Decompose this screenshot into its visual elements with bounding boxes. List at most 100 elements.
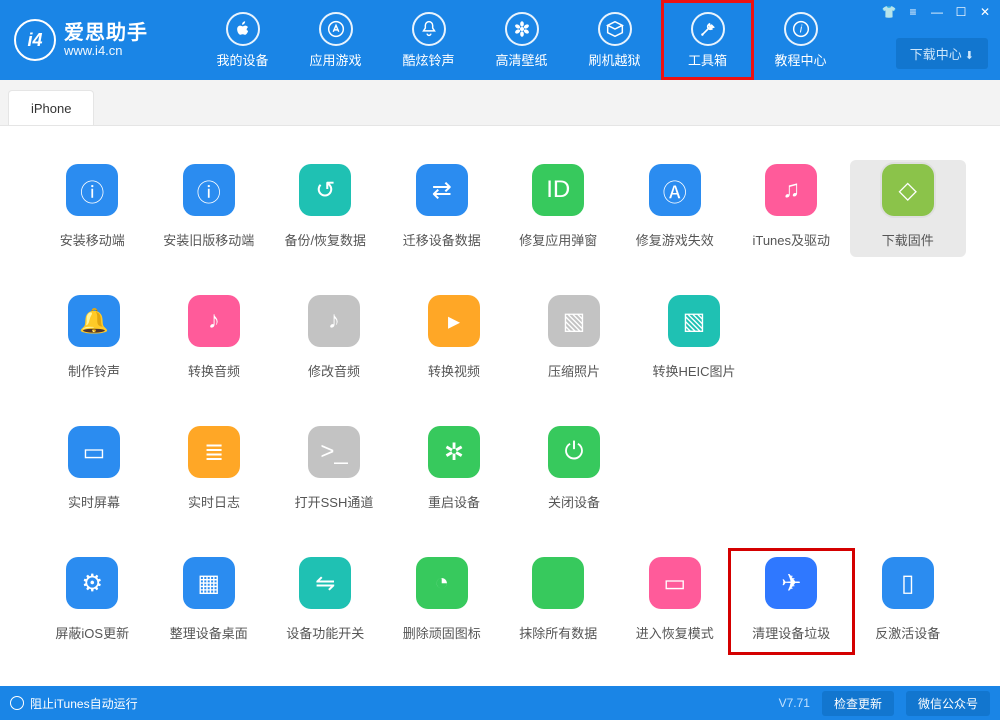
tool-icon: ✲	[428, 426, 480, 478]
tool-icon: ♪	[308, 295, 360, 347]
nav-flower[interactable]: 高清壁纸	[475, 0, 568, 80]
tool-icon: ⇄	[416, 164, 468, 216]
tool-label: 转换音频	[188, 361, 240, 380]
tool-icon: Ⓐ	[649, 164, 701, 216]
tool-2-0[interactable]: ▭ 实时屏幕	[34, 422, 154, 519]
tool-icon: ◇	[882, 164, 934, 216]
tool-1-5[interactable]: ▧转换HEIC图片	[634, 291, 754, 388]
tool-0-0[interactable]: ⓘ安装移动端	[34, 160, 151, 257]
tool-0-1[interactable]: ⓘ安装旧版移动端	[151, 160, 268, 257]
tool-icon: ▧	[668, 295, 720, 347]
nav-label: 教程中心	[774, 50, 826, 69]
tool-label: 关闭设备	[548, 492, 600, 511]
tool-label: 修改音频	[308, 361, 360, 380]
apple-icon	[226, 12, 260, 46]
tool-0-3[interactable]: ⇄迁移设备数据	[384, 160, 501, 257]
app-header: i4 爱思助手 www.i4.cn 我的设备 应用游戏 酷炫铃声 高清壁纸刷机越狱 工具…	[0, 0, 1000, 80]
tool-label: 重启设备	[428, 492, 480, 511]
download-center-button[interactable]: 下载中心	[896, 38, 988, 69]
tool-0-4[interactable]: ID 修复应用弹窗	[500, 160, 617, 257]
tool-1-1[interactable]: ♪ 转换音频	[154, 291, 274, 388]
tab-iphone[interactable]: iPhone	[8, 90, 94, 125]
tool-label: 安装旧版移动端	[163, 230, 254, 249]
top-nav: 我的设备 应用游戏 酷炫铃声 高清壁纸刷机越狱 工具箱 i教程中心	[196, 0, 847, 80]
check-update-button[interactable]: 检查更新	[822, 691, 894, 716]
tool-0-2[interactable]: ↺备份/恢复数据	[267, 160, 384, 257]
tool-3-1[interactable]: ▦整理设备桌面	[151, 553, 268, 650]
tool-2-4[interactable]: ⏻ 关闭设备	[514, 422, 634, 519]
tool-icon: ID	[532, 164, 584, 216]
brand-url: www.i4.cn	[64, 44, 148, 58]
tool-2-1[interactable]: ≣实时日志	[154, 422, 274, 519]
minimize-icon[interactable]: —	[928, 4, 946, 20]
maximize-icon[interactable]: ☐	[952, 4, 970, 20]
flower-icon	[505, 12, 539, 46]
status-ring-icon	[10, 696, 24, 710]
brand-text: 爱思助手 www.i4.cn	[64, 22, 148, 58]
tool-label: 制作铃声	[68, 361, 120, 380]
tool-icon: ▭	[649, 557, 701, 609]
close-icon[interactable]: ✕	[976, 4, 994, 20]
wechat-button[interactable]: 微信公众号	[906, 691, 990, 716]
app-logo: i4 爱思助手 www.i4.cn	[0, 19, 196, 61]
tool-icon: ◔	[416, 557, 468, 609]
window-controls: 👕 ≡ — ☐ ✕	[880, 4, 994, 20]
tool-3-5[interactable]: ▭ 进入恢复模式	[617, 553, 734, 650]
nav-label: 我的设备	[216, 50, 268, 69]
tool-3-6[interactable]: ✈清理设备垃圾	[733, 553, 850, 650]
nav-box[interactable]: 刷机越狱	[568, 0, 661, 80]
tool-icon: 🔔	[68, 295, 120, 347]
tool-3-2[interactable]: ⇋设备功能开关	[267, 553, 384, 650]
tool-label: iTunes及驱动	[752, 230, 830, 249]
version-label: V7.71	[779, 696, 810, 710]
tool-3-3[interactable]: ◔删除顽固图标	[384, 553, 501, 650]
tool-label: 进入恢复模式	[636, 623, 714, 642]
tool-label: 备份/恢复数据	[284, 230, 366, 249]
nav-label: 酷炫铃声	[402, 50, 454, 69]
tool-icon: ▭	[68, 426, 120, 478]
tool-label: 实时屏幕	[68, 492, 120, 511]
tool-3-4[interactable]: 抹除所有数据	[500, 553, 617, 650]
nav-apple[interactable]: 我的设备	[196, 0, 289, 80]
tool-grid: ⓘ安装移动端ⓘ安装旧版移动端↺备份/恢复数据⇄迁移设备数据 ID 修复应用弹窗 Ⓐ修复…	[0, 126, 1000, 686]
menu-icon[interactable]: ≡	[904, 4, 922, 20]
nav-tools[interactable]: 工具箱	[661, 0, 754, 80]
nav-info[interactable]: i教程中心	[754, 0, 847, 80]
nav-appstore[interactable]: 应用游戏	[289, 0, 382, 80]
appstore-icon	[319, 12, 353, 46]
tool-1-4[interactable]: ▧压缩照片	[514, 291, 634, 388]
tool-icon: ≣	[188, 426, 240, 478]
tool-1-0[interactable]: 🔔 制作铃声	[34, 291, 154, 388]
tool-label: 转换视频	[428, 361, 480, 380]
itunes-block-status[interactable]: 阻止iTunes自动运行	[10, 695, 138, 712]
tab-bar: iPhone	[0, 80, 1000, 126]
tool-0-6[interactable]: ♫iTunes及驱动	[733, 160, 850, 257]
tool-2-3[interactable]: ✲ 重启设备	[394, 422, 514, 519]
tool-icon: ⏻	[548, 426, 600, 478]
tool-label: 修复应用弹窗	[519, 230, 597, 249]
brand-name: 爱思助手	[64, 22, 148, 44]
tool-label: 整理设备桌面	[170, 623, 248, 642]
nav-label: 应用游戏	[309, 50, 361, 69]
tools-icon	[691, 12, 725, 46]
tool-1-2[interactable]: ♪ 修改音频	[274, 291, 394, 388]
tool-1-3[interactable]: ▸转换视频	[394, 291, 514, 388]
tool-0-5[interactable]: Ⓐ修复游戏失效	[617, 160, 734, 257]
tool-icon	[532, 557, 584, 609]
tool-icon: ⚙	[66, 557, 118, 609]
tool-3-7[interactable]: ▯反激活设备	[850, 553, 967, 650]
tool-label: 清理设备垃圾	[752, 623, 830, 642]
tool-label: 压缩照片	[548, 361, 600, 380]
tool-3-0[interactable]: ⚙屏蔽iOS更新	[34, 553, 151, 650]
nav-bell[interactable]: 酷炫铃声	[382, 0, 475, 80]
nav-label: 工具箱	[688, 50, 727, 69]
tool-2-2[interactable]: >_ 打开SSH通道	[274, 422, 394, 519]
tool-label: 打开SSH通道	[295, 492, 374, 511]
tool-label: 下载固件	[882, 230, 934, 249]
skin-tshirt-icon[interactable]: 👕	[880, 4, 898, 20]
nav-label: 刷机越狱	[588, 50, 640, 69]
tool-icon: >_	[308, 426, 360, 478]
tool-icon: ♪	[188, 295, 240, 347]
logo-badge: i4	[14, 19, 56, 61]
tool-0-7[interactable]: ◇ 下载固件	[850, 160, 967, 257]
